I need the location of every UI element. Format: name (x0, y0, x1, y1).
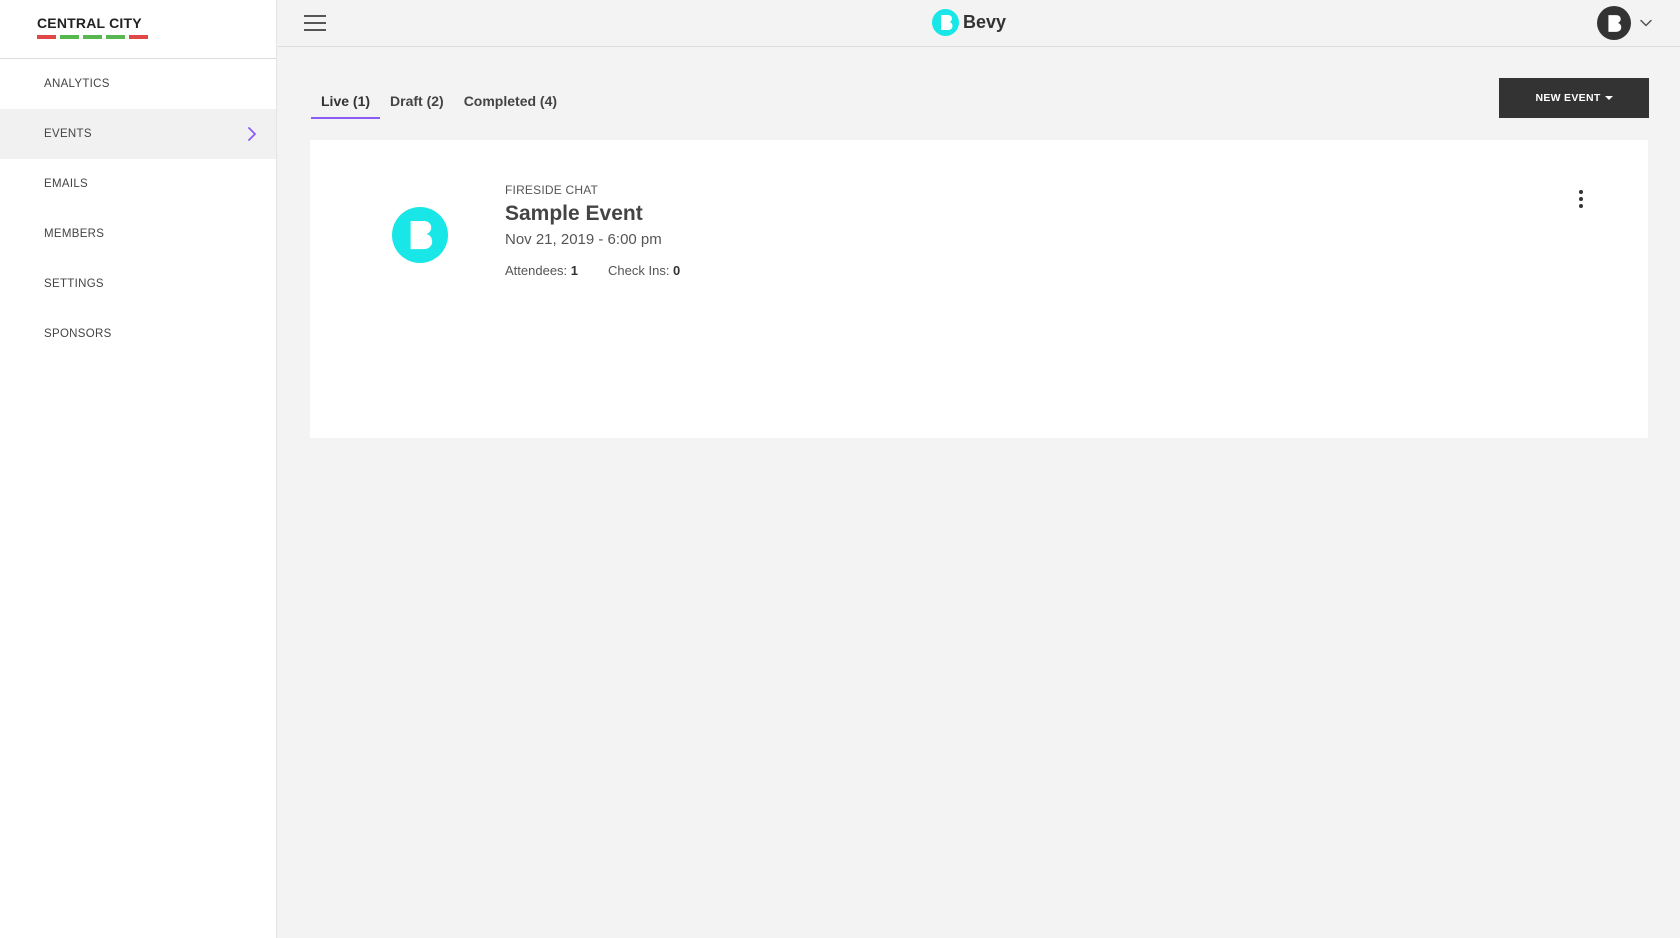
brand-color-bars (37, 35, 276, 39)
new-event-button[interactable]: NEW EVENT (1499, 78, 1649, 118)
sidebar-item-settings[interactable]: SETTINGS (0, 259, 276, 309)
event-stats: Attendees: 1 Check Ins: 0 (505, 263, 710, 278)
brand-bar (37, 35, 56, 39)
sidebar-item-label: EMAILS (44, 178, 88, 190)
event-logo-icon (392, 207, 448, 263)
chapter-brand[interactable]: CENTRAL CITY (0, 0, 276, 59)
tab-live[interactable]: Live (1) (311, 83, 381, 119)
event-info: FIRESIDE CHAT Sample Event Nov 21, 2019 … (505, 183, 710, 278)
event-title[interactable]: Sample Event (505, 202, 710, 226)
sidebar-item-events[interactable]: EVENTS (0, 109, 276, 159)
sidebar-item-emails[interactable]: EMAILS (0, 159, 276, 209)
tab-completed[interactable]: Completed (4) (454, 83, 567, 119)
bevy-logo[interactable]: Bevy (932, 9, 1006, 36)
logo-text: Bevy (963, 12, 1007, 32)
brand-bar (106, 35, 125, 39)
chevron-right-icon (248, 127, 256, 141)
event-type: FIRESIDE CHAT (505, 183, 599, 197)
checkins-label: Check Ins: (608, 263, 674, 278)
new-event-label: NEW EVENT (1535, 92, 1601, 104)
attendees-stat: Attendees: 1 (505, 263, 578, 278)
sidebar-item-label: SPONSORS (44, 328, 112, 340)
sidebar-nav: ANALYTICS EVENTS EMAILS MEMBERS SETTINGS… (0, 59, 276, 359)
bevy-logo-icon (932, 9, 959, 36)
avatar[interactable] (1597, 6, 1631, 40)
brand-bar (83, 35, 102, 39)
tab-draft[interactable]: Draft (2) (380, 83, 454, 119)
checkins-stat: Check Ins: 0 (608, 263, 680, 278)
sidebar-item-label: ANALYTICS (44, 78, 110, 90)
sidebar-item-sponsors[interactable]: SPONSORS (0, 309, 276, 359)
chapter-name: CENTRAL CITY (37, 15, 142, 31)
top-bar: Bevy (278, 0, 1680, 47)
sidebar-item-members[interactable]: MEMBERS (0, 209, 276, 259)
sidebar-item-label: MEMBERS (44, 228, 105, 240)
caret-down-icon (1604, 96, 1613, 100)
attendees-label: Attendees: (505, 263, 571, 278)
hamburger-icon[interactable] (303, 13, 327, 33)
more-options-icon[interactable] (1577, 190, 1585, 210)
event-date: Nov 21, 2019 - 6:00 pm (505, 231, 662, 248)
brand-bar (60, 35, 79, 39)
event-card[interactable]: FIRESIDE CHAT Sample Event Nov 21, 2019 … (310, 140, 1648, 438)
sidebar-item-label: SETTINGS (44, 278, 104, 290)
sidebar-item-label: EVENTS (44, 128, 92, 140)
chevron-down-icon[interactable] (1639, 16, 1653, 30)
attendees-count: 1 (570, 263, 579, 278)
sidebar-item-analytics[interactable]: ANALYTICS (0, 59, 276, 109)
event-status-tabs: Live (1) Draft (2) Completed (4) (311, 83, 567, 119)
brand-bar (129, 35, 148, 39)
user-menu[interactable] (1597, 6, 1653, 40)
checkins-count: 0 (673, 263, 681, 278)
sidebar: CENTRAL CITY ANALYTICS EVENTS EMAILS MEM… (0, 0, 277, 938)
